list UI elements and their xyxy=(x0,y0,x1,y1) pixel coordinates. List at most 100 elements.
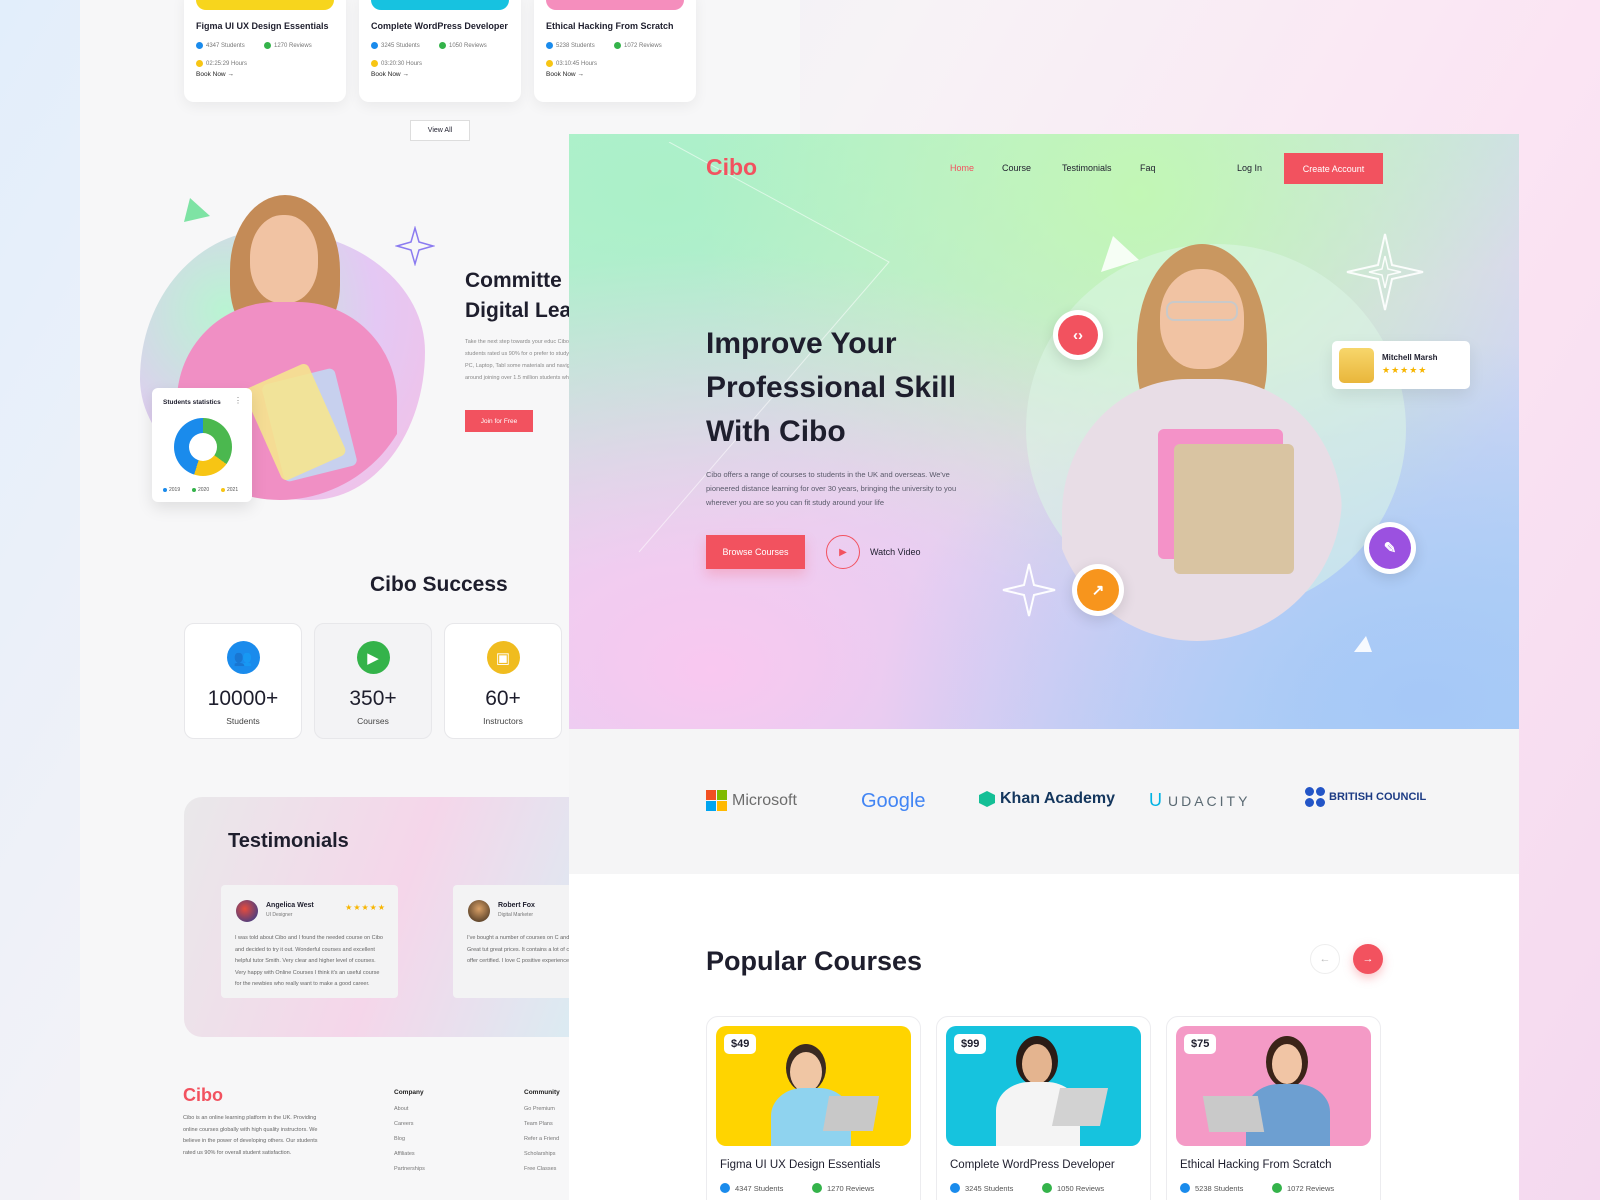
footer-link[interactable]: Blog xyxy=(394,1136,425,1142)
testimonial-card: Angelica West UI Designer ★★★★★ I was to… xyxy=(221,885,398,998)
mini-course-card[interactable]: Complete WordPress Developer 3245 Studen… xyxy=(359,0,521,102)
view-all-button[interactable]: View All xyxy=(410,120,470,141)
heading-line-1: Committe xyxy=(465,269,562,292)
microsoft-icon xyxy=(706,790,727,811)
footer-link[interactable]: Affiliates xyxy=(394,1151,425,1157)
students-statistics-card: Students statistics ⋮ 2019 2020 2021 xyxy=(152,388,252,502)
trend-up-icon: ↗ xyxy=(1077,569,1119,611)
footer-link[interactable]: Partnerships xyxy=(394,1166,425,1172)
testimonial-text: I was told about Cibo and I found the ne… xyxy=(235,935,383,987)
reviews-count: 1270 Reviews xyxy=(827,1183,875,1193)
students-count: 3245 Students xyxy=(381,42,420,49)
hours: 03:20:30 Hours xyxy=(381,60,423,67)
students-count: 5238 Students xyxy=(556,42,595,49)
heading-line-2: Digital Lea xyxy=(465,299,572,322)
course-price: $75 xyxy=(1184,1034,1217,1054)
legend-2020: 2020 xyxy=(198,487,210,493)
students-count: 4347 Students xyxy=(735,1183,784,1193)
footer-company-column: Company About Careers Blog Affiliates Pa… xyxy=(394,1089,425,1181)
logo-text: BRITISH COUNCIL xyxy=(1329,790,1427,803)
students-icon xyxy=(546,42,553,49)
stat-value: 10000+ xyxy=(207,687,279,710)
instructor-icon: ▣ xyxy=(486,641,520,674)
course-title: Figma UI UX Design Essentials xyxy=(196,21,329,31)
clock-icon xyxy=(371,60,378,67)
students-count: 3245 Students xyxy=(965,1183,1014,1193)
footer-community-column: Community Go Premium Team Plans Refer a … xyxy=(524,1089,560,1181)
reviewer-name: Robert Fox xyxy=(498,902,535,909)
students-count: 5238 Students xyxy=(1195,1183,1244,1193)
stat-instructors: ▣ 60+ Instructors xyxy=(444,623,562,739)
footer-col-title: Community xyxy=(524,1089,560,1096)
stat-value: 350+ xyxy=(349,687,397,710)
success-heading: Cibo Success xyxy=(370,573,508,596)
book-now-link[interactable]: Book Now → xyxy=(196,71,234,78)
join-for-free-button[interactable]: Join for Free xyxy=(465,410,533,432)
front-page-preview: Cibo Home Course Testimonials Faq Log In… xyxy=(569,134,1519,1200)
sparkle-icon xyxy=(1346,233,1424,311)
course-title: Figma UI UX Design Essentials xyxy=(720,1159,881,1171)
section-text: Take the next step towards your educ Cib… xyxy=(465,339,582,381)
partners-section: Microsoft Google Khan Academy U UDACITY … xyxy=(569,729,1519,874)
legend-2021: 2021 xyxy=(227,487,239,493)
course-card[interactable]: $99 Complete WordPress Developer 3245 St… xyxy=(936,1016,1151,1200)
section-heading: Committe Digital Lea xyxy=(465,266,571,326)
next-button[interactable]: → xyxy=(1353,944,1383,974)
book-now-link[interactable]: Book Now → xyxy=(371,71,409,78)
rating-stars: ★★★★★ xyxy=(1382,365,1428,375)
course-title: Complete WordPress Developer xyxy=(950,1159,1115,1171)
students-icon xyxy=(950,1183,960,1193)
reviews-icon xyxy=(1272,1183,1282,1193)
nav-faq[interactable]: Faq xyxy=(1140,163,1156,173)
footer-logo[interactable]: Cibo xyxy=(183,1085,223,1106)
course-image: $49 xyxy=(716,1026,911,1146)
footer-link[interactable]: Free Classes xyxy=(524,1166,560,1172)
brand-logo[interactable]: Cibo xyxy=(706,154,757,181)
login-link[interactable]: Log In xyxy=(1237,163,1262,173)
book-now-link[interactable]: Book Now → xyxy=(546,71,584,78)
stat-label: Courses xyxy=(357,716,389,726)
pen-badge: ✎ xyxy=(1364,522,1416,574)
course-card[interactable]: $49 Figma UI UX Design Essentials 4347 S… xyxy=(706,1016,921,1200)
course-card[interactable]: $75 Ethical Hacking From Scratch 5238 St… xyxy=(1166,1016,1381,1200)
mini-course-card[interactable]: Ethical Hacking From Scratch 5238 Studen… xyxy=(534,0,696,102)
hero-title: Improve Your Professional Skill With Cib… xyxy=(706,327,957,448)
stat-value: 60+ xyxy=(485,687,521,710)
footer-link[interactable]: Careers xyxy=(394,1121,425,1127)
footer-link[interactable]: Refer a Friend xyxy=(524,1136,560,1142)
footer-link[interactable]: About xyxy=(394,1106,425,1112)
nav-course[interactable]: Course xyxy=(1002,163,1031,173)
mini-course-card[interactable]: Figma UI UX Design Essentials 4347 Stude… xyxy=(184,0,346,102)
hero-description: Cibo offers a range of courses to studen… xyxy=(706,470,957,507)
course-price: $99 xyxy=(954,1034,987,1054)
nav-home[interactable]: Home xyxy=(950,163,974,173)
previous-button[interactable]: ← xyxy=(1310,944,1340,974)
trend-badge: ↗ xyxy=(1072,564,1124,616)
create-account-button[interactable]: Create Account xyxy=(1284,153,1383,184)
reviewer-role: UI Designer xyxy=(266,912,293,918)
code-icon: ‹› xyxy=(1058,315,1098,355)
reviewer-name: Mitchell Marsh xyxy=(1382,353,1438,362)
more-icon[interactable]: ⋮ xyxy=(234,396,242,405)
footer-link[interactable]: Scholarships xyxy=(524,1151,560,1157)
play-video-button[interactable]: ▶ xyxy=(826,535,860,569)
avatar xyxy=(1339,348,1374,383)
legend-2019: 2019 xyxy=(169,487,181,493)
watch-video-link[interactable]: Watch Video xyxy=(870,547,921,557)
logo-text: Khan Academy xyxy=(1000,790,1115,807)
reviews-icon xyxy=(439,42,446,49)
nav-testimonials[interactable]: Testimonials xyxy=(1062,163,1112,173)
hero-section: Cibo Home Course Testimonials Faq Log In… xyxy=(569,134,1519,729)
play-icon: ▶ xyxy=(839,546,847,558)
reviewer-card: Mitchell Marsh ★★★★★ xyxy=(1332,341,1470,389)
browse-courses-button[interactable]: Browse Courses xyxy=(706,535,805,569)
footer-col-title: Company xyxy=(394,1089,424,1096)
course-price: $49 xyxy=(724,1034,757,1054)
khan-academy-icon xyxy=(979,791,995,807)
donut-chart xyxy=(174,418,232,476)
footer-link[interactable]: Go Premium xyxy=(524,1106,560,1112)
stat-label: Students xyxy=(226,716,260,726)
british-council-icon xyxy=(1305,787,1325,807)
footer-link[interactable]: Team Plans xyxy=(524,1121,560,1127)
logo-text: UDACITY xyxy=(1168,792,1251,809)
